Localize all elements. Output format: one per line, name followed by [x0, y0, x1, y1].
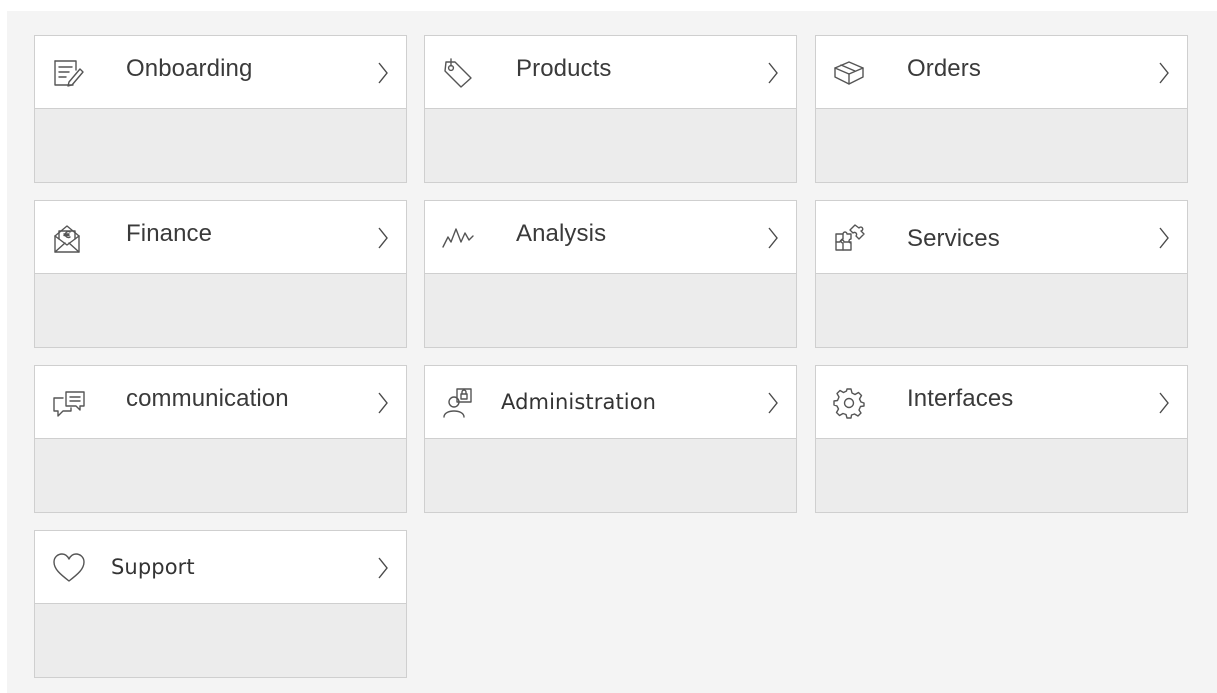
tile-header[interactable]: Onboarding	[35, 36, 406, 109]
tile-header[interactable]: Services	[816, 201, 1187, 274]
price-tag-icon	[441, 56, 481, 90]
tile-interfaces[interactable]: Interfaces	[815, 365, 1188, 513]
tile-label: Services	[907, 225, 1000, 252]
gear-icon	[832, 386, 872, 420]
tile-body	[816, 439, 1187, 512]
tile-label: Interfaces	[907, 385, 1014, 412]
tile-header[interactable]: Finance	[35, 201, 406, 274]
tile-body	[35, 439, 406, 512]
tile-header[interactable]: Administration	[425, 366, 796, 439]
tile-body	[35, 109, 406, 182]
tile-services[interactable]: Services	[815, 200, 1188, 348]
tile-body	[35, 604, 406, 677]
tile-header[interactable]: communication	[35, 366, 406, 439]
chevron-right-icon	[767, 226, 779, 250]
tile-body	[35, 274, 406, 347]
chevron-right-icon	[767, 61, 779, 85]
chat-bubbles-icon	[51, 386, 91, 420]
euro-envelope-icon	[51, 221, 91, 255]
tile-header[interactable]: Products	[425, 36, 796, 109]
chevron-right-icon	[377, 61, 389, 85]
package-box-icon	[832, 56, 872, 90]
tile-label: Administration	[501, 390, 657, 414]
tile-label: communication	[126, 385, 289, 412]
tile-label: Products	[516, 55, 612, 82]
line-chart-icon	[441, 221, 481, 255]
chevron-right-icon	[1158, 226, 1170, 250]
tile-body	[425, 439, 796, 512]
chevron-right-icon	[1158, 391, 1170, 415]
tile-header[interactable]: Interfaces	[816, 366, 1187, 439]
tile-products[interactable]: Products	[424, 35, 797, 183]
tile-finance[interactable]: Finance	[34, 200, 407, 348]
tile-support[interactable]: Support	[34, 530, 407, 678]
tile-body	[425, 274, 796, 347]
chevron-right-icon	[377, 556, 389, 580]
tile-label: Finance	[126, 220, 213, 247]
tile-header[interactable]: Orders	[816, 36, 1187, 109]
tile-administration[interactable]: Administration	[424, 365, 797, 513]
chevron-right-icon	[767, 391, 779, 415]
tile-body	[425, 109, 796, 182]
tile-header[interactable]: Analysis	[425, 201, 796, 274]
tile-orders[interactable]: Orders	[815, 35, 1188, 183]
edit-form-icon	[51, 56, 91, 90]
tile-label: Analysis	[516, 220, 607, 247]
tile-header[interactable]: Support	[35, 531, 406, 604]
chevron-right-icon	[377, 391, 389, 415]
tile-communication[interactable]: communication	[34, 365, 407, 513]
tile-label: Onboarding	[126, 55, 253, 82]
chevron-right-icon	[1158, 61, 1170, 85]
heart-icon	[51, 551, 91, 585]
tile-body	[816, 274, 1187, 347]
tile-onboarding[interactable]: Onboarding	[34, 35, 407, 183]
tile-grid: Onboarding Products Orders Finance Analy…	[7, 11, 1217, 693]
chevron-right-icon	[377, 226, 389, 250]
tile-body	[816, 109, 1187, 182]
admin-user-lock-icon	[441, 386, 481, 420]
tile-analysis[interactable]: Analysis	[424, 200, 797, 348]
tile-label: Support	[111, 555, 195, 579]
tile-label: Orders	[907, 55, 981, 82]
puzzle-icon	[832, 221, 872, 255]
